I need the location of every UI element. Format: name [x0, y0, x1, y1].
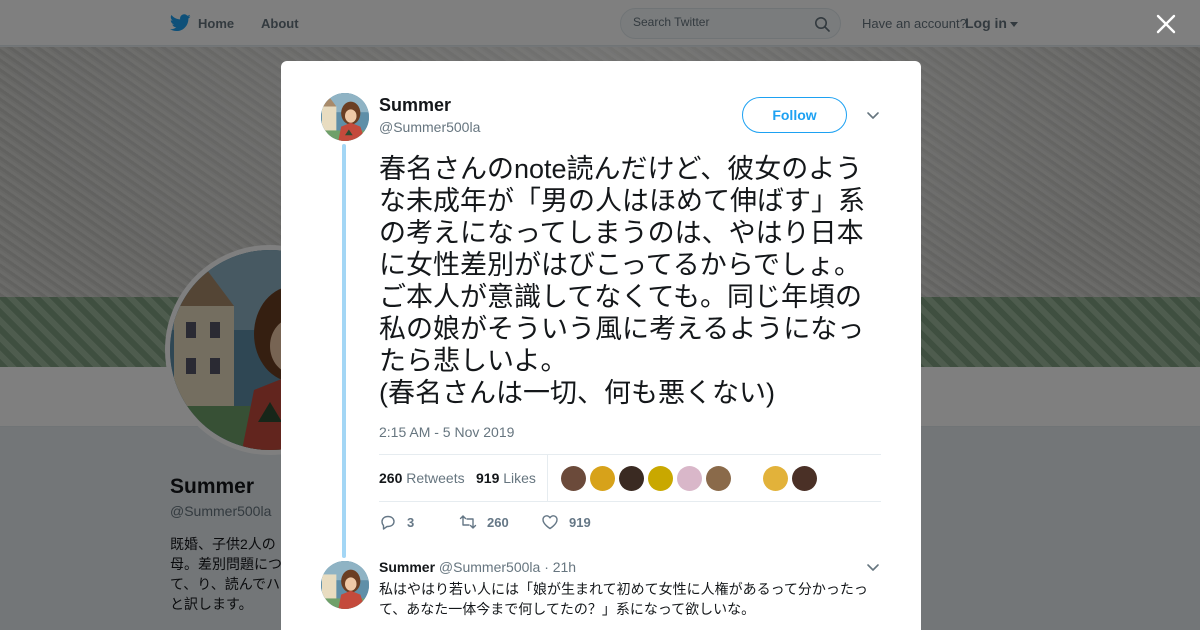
liker-avatar[interactable] — [561, 466, 586, 491]
liker-avatar[interactable] — [792, 466, 817, 491]
reply-author-handle[interactable]: @Summer500la — [439, 559, 540, 575]
likes-stat[interactable]: 919 Likes — [476, 470, 536, 486]
reply-icon — [381, 515, 395, 530]
retweets-count: 260 — [379, 470, 403, 486]
reply-time[interactable]: · 21h — [544, 559, 576, 575]
liker-avatar[interactable] — [763, 466, 788, 491]
liker-avatar[interactable] — [677, 466, 702, 491]
tweet-stats: 260 Retweets 919 Likes — [379, 454, 881, 502]
close-icon[interactable] — [1154, 12, 1178, 36]
reply-header: Summer @Summer500la · 21h — [379, 559, 576, 575]
likes-count: 919 — [476, 470, 500, 486]
tweet-text: 春名さんのnote読んだけど、彼女のような未成年が「男の人はほめて伸ばす」系の考… — [379, 154, 865, 408]
avatar-drawing — [321, 93, 369, 141]
follow-button[interactable]: Follow — [742, 97, 847, 133]
retweets-stat[interactable]: 260 Retweets — [379, 470, 465, 486]
chevron-down-icon[interactable] — [866, 561, 880, 575]
tweet-modal: Summer @Summer500la Follow 春名さんのnote読んだけ… — [281, 61, 921, 630]
reply-author-avatar[interactable] — [321, 561, 369, 609]
tweet-timestamp[interactable]: 2:15 AM - 5 Nov 2019 — [379, 424, 514, 440]
likes-label: Likes — [503, 470, 536, 486]
like-count: 919 — [569, 514, 591, 530]
thread-line — [342, 144, 346, 558]
chevron-down-icon[interactable] — [866, 109, 880, 123]
tweet-author-avatar[interactable] — [321, 93, 369, 141]
avatar-drawing — [321, 561, 369, 609]
liker-avatar[interactable] — [706, 466, 731, 491]
retweet-count: 260 — [487, 514, 509, 530]
reply-text: 私はやはり若い人には「娘が生まれて初めて女性に人権があるって分かったって、あなた… — [379, 581, 868, 617]
like-action[interactable]: 919 — [541, 513, 591, 531]
reply-author-name[interactable]: Summer — [379, 559, 435, 575]
reply-count: 3 — [407, 514, 415, 530]
stats-divider — [547, 455, 548, 501]
tweet-author-handle[interactable]: @Summer500la — [379, 119, 480, 135]
retweet-icon — [459, 515, 477, 529]
tweet-author-name[interactable]: Summer — [379, 95, 451, 116]
liker-avatar[interactable] — [648, 466, 673, 491]
reply-action[interactable]: 3 — [379, 513, 414, 531]
liker-avatar[interactable] — [590, 466, 615, 491]
retweet-action[interactable]: 260 — [459, 513, 509, 531]
retweets-label: Retweets — [406, 470, 465, 486]
heart-icon — [542, 515, 558, 530]
liker-avatar[interactable] — [619, 466, 644, 491]
